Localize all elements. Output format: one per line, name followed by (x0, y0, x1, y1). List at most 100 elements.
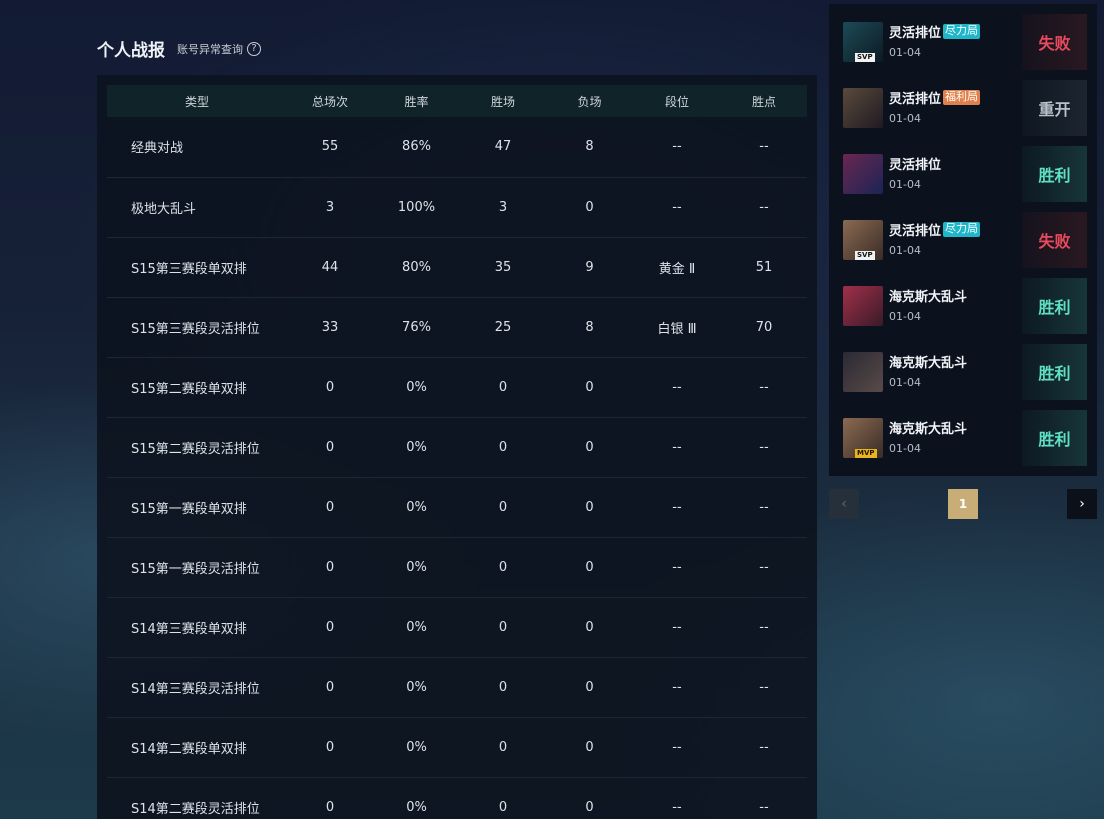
col-header-wins: 胜场 (490, 94, 515, 109)
cell-wins: 3 (498, 199, 508, 215)
cell-total: 0 (325, 679, 335, 695)
cell-wins: 25 (494, 319, 512, 335)
cell-lp: 51 (755, 259, 773, 275)
match-item[interactable]: 海克斯大乱斗 01-04 胜利 (839, 278, 1087, 334)
cell-rank: -- (672, 439, 682, 455)
cell-total: 0 (325, 499, 335, 515)
match-tag: 尽力局 (943, 24, 981, 39)
col-header-winrate: 胜率 (404, 94, 429, 109)
cell-losses: 0 (585, 439, 594, 455)
cell-winrate: 100% (397, 199, 436, 215)
champion-avatar: MVP (843, 418, 883, 458)
table-row: S14第三赛段单双排 0 0% 0 0 -- -- (107, 597, 807, 657)
match-result: 失败 (1022, 14, 1087, 70)
match-info: 海克斯大乱斗 01-04 (889, 352, 967, 400)
match-mode-line: 灵活排位 (889, 154, 941, 173)
match-info: 海克斯大乱斗 01-04 (889, 418, 967, 466)
question-icon[interactable]: ? (247, 41, 261, 56)
cell-rank: -- (672, 619, 682, 635)
col-header-total: 总场次 (311, 94, 348, 109)
table-row: S14第二赛段灵活排位 0 0% 0 0 -- -- (107, 777, 807, 819)
col-header-rank: 段位 (664, 94, 689, 109)
performance-badge: SVP (855, 53, 875, 62)
cell-wins: 35 (494, 259, 512, 275)
cell-rank: -- (672, 559, 682, 575)
cell-wins: 0 (498, 739, 508, 755)
performance-badge: MVP (855, 449, 877, 458)
match-mode: 灵活排位 (889, 224, 942, 239)
cell-wins: 0 (498, 799, 508, 815)
table-row: 经典对战 55 86% 47 8 -- -- (107, 117, 807, 177)
cell-winrate: 80% (402, 259, 431, 275)
table-row: S15第三赛段单双排 44 80% 35 9 黄金 Ⅱ 51 (107, 237, 807, 297)
match-item[interactable]: 海克斯大乱斗 01-04 胜利 (839, 344, 1087, 400)
match-mode-line: 海克斯大乱斗 (889, 352, 967, 371)
col-header-type: 类型 (184, 94, 209, 109)
col-header-lp: 胜点 (751, 94, 776, 109)
cell-lp: -- (759, 559, 769, 575)
cell-rank: -- (672, 499, 682, 515)
champion-avatar: SVP (843, 220, 883, 260)
cell-type: 经典对战 (131, 141, 184, 157)
cell-lp: -- (759, 619, 769, 635)
match-mode: 灵活排位 (889, 92, 942, 107)
cell-wins: 0 (498, 559, 508, 575)
next-page-button[interactable]: › (1067, 489, 1097, 519)
cell-total: 0 (325, 739, 335, 755)
match-result: 失败 (1022, 212, 1087, 268)
table-row: S15第一赛段灵活排位 0 0% 0 0 -- -- (107, 537, 807, 597)
match-info: 灵活排位 01-04 (889, 154, 941, 202)
match-item[interactable]: 灵活排位 01-04 胜利 (839, 146, 1087, 202)
match-mode: 海克斯大乱斗 (889, 356, 968, 371)
prev-page-button[interactable]: ‹ (829, 489, 859, 519)
cell-losses: 8 (585, 139, 594, 155)
match-item[interactable]: 灵活排位 福利局 01-04 重开 (839, 80, 1087, 136)
cell-rank: -- (672, 379, 682, 395)
cell-type: S14第三赛段单双排 (131, 621, 247, 637)
match-date: 01-04 (889, 244, 921, 257)
cell-rank: -- (672, 799, 682, 815)
champion-avatar (843, 286, 883, 326)
match-result: 胜利 (1022, 410, 1087, 466)
cell-winrate: 76% (402, 319, 431, 335)
match-mode-line: 灵活排位 尽力局 (889, 22, 981, 41)
match-mode: 灵活排位 (889, 158, 942, 173)
cell-type: S15第一赛段单双排 (131, 501, 247, 517)
match-mode-line: 灵活排位 尽力局 (889, 220, 981, 239)
cell-total: 0 (325, 379, 335, 395)
match-item[interactable]: MVP 海克斯大乱斗 01-04 胜利 (839, 410, 1087, 466)
cell-lp: -- (759, 499, 769, 515)
match-date: 01-04 (889, 376, 921, 389)
table-row: 极地大乱斗 3 100% 3 0 -- -- (107, 177, 807, 237)
cell-total: 0 (325, 559, 335, 575)
page-number-current[interactable]: 1 (948, 489, 978, 519)
champion-avatar (843, 352, 883, 392)
champion-avatar (843, 154, 883, 194)
match-mode-line: 海克斯大乱斗 (889, 286, 967, 305)
table-row: S15第二赛段灵活排位 0 0% 0 0 -- -- (107, 417, 807, 477)
table-row: S15第三赛段灵活排位 33 76% 25 8 白银 Ⅲ 70 (107, 297, 807, 357)
cell-lp: -- (759, 139, 769, 155)
match-info: 海克斯大乱斗 01-04 (889, 286, 967, 334)
match-mode-line: 海克斯大乱斗 (889, 418, 967, 437)
cell-losses: 0 (585, 799, 594, 815)
match-item[interactable]: SVP 灵活排位 尽力局 01-04 失败 (839, 212, 1087, 268)
performance-badge: SVP (855, 251, 875, 260)
match-date: 01-04 (889, 46, 921, 59)
cell-wins: 0 (498, 499, 508, 515)
match-date: 01-04 (889, 310, 921, 323)
cell-losses: 0 (585, 559, 594, 575)
cell-rank: 黄金 Ⅱ (658, 261, 696, 277)
match-mode: 海克斯大乱斗 (889, 422, 968, 437)
cell-winrate: 0% (406, 379, 427, 395)
cell-total: 33 (321, 319, 339, 335)
match-info: 灵活排位 尽力局 01-04 (889, 22, 981, 70)
account-anomaly-link[interactable]: 账号异常查询 ? (177, 41, 261, 57)
match-date: 01-04 (889, 178, 921, 191)
cell-type: S15第三赛段灵活排位 (131, 321, 260, 337)
cell-winrate: 0% (406, 559, 427, 575)
match-item[interactable]: SVP 灵活排位 尽力局 01-04 失败 (839, 14, 1087, 70)
cell-lp: -- (759, 439, 769, 455)
match-result: 重开 (1022, 80, 1087, 136)
cell-winrate: 0% (406, 439, 427, 455)
